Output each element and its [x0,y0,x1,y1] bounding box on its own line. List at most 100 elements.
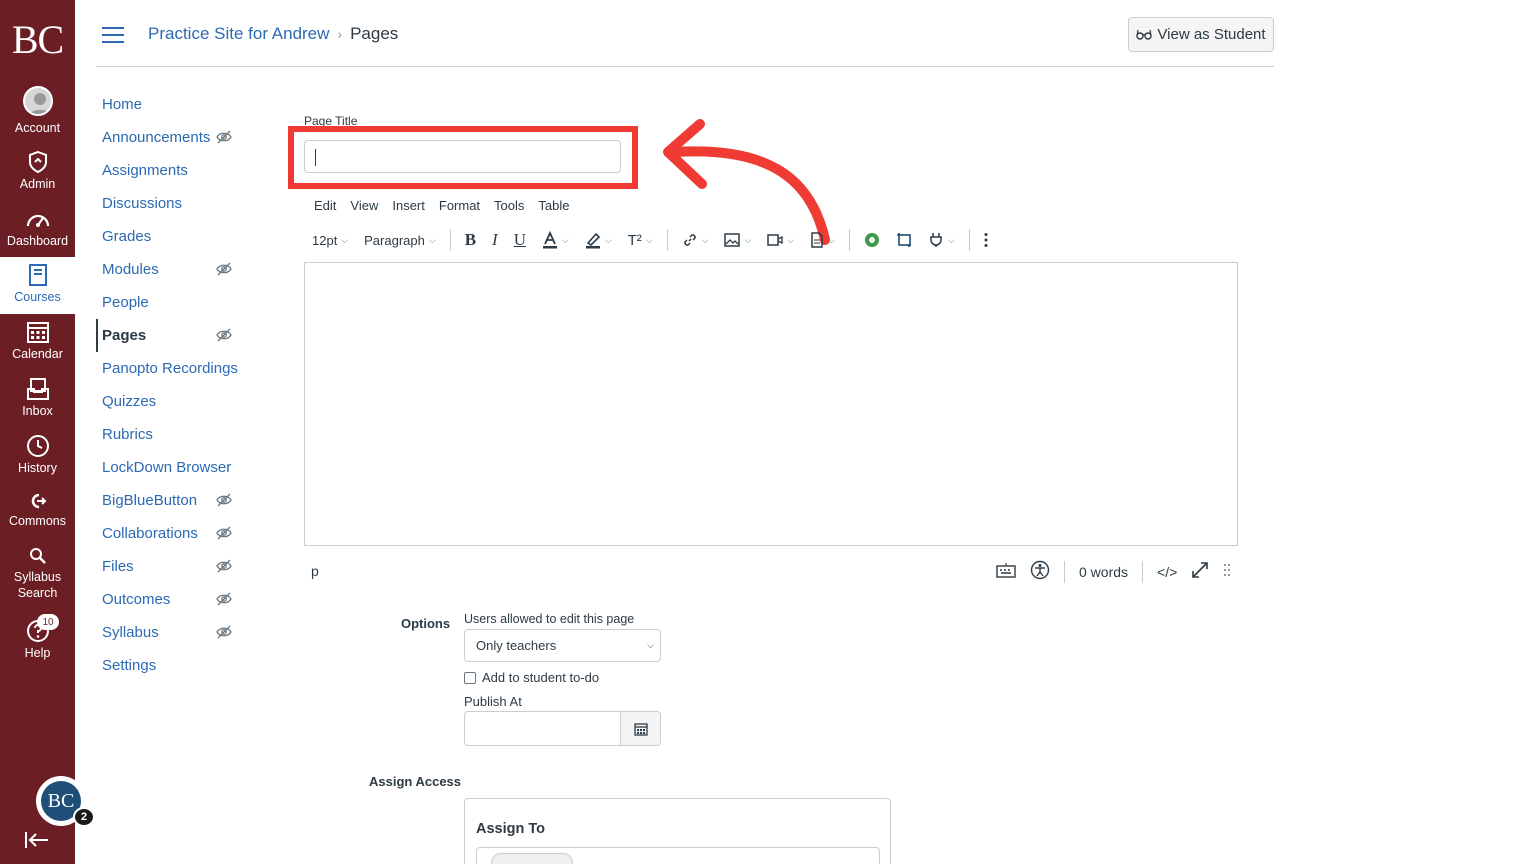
menu-view[interactable]: View [350,198,378,213]
course-nav-panopto-recordings[interactable]: Panopto Recordings [96,352,246,385]
element-path[interactable]: p [311,563,319,579]
accessibility-checker-icon[interactable] [1030,560,1050,583]
course-nav-bigbluebutton[interactable]: BigBlueButton [96,484,246,517]
course-nav-lockdown-browser[interactable]: LockDown Browser [96,451,246,484]
course-nav-pages[interactable]: Pages [96,319,246,352]
global-nav-label: Help [24,646,51,660]
course-nav-grades[interactable]: Grades [96,220,246,253]
menu-tools[interactable]: Tools [494,198,524,213]
resize-handle-icon[interactable] [1223,562,1231,581]
assign-to-card: Assign To [464,798,891,864]
course-nav-collaborations[interactable]: Collaborations [96,517,246,550]
calendar-picker-button[interactable] [620,712,660,745]
course-nav-label: Files [102,558,134,575]
course-nav-people[interactable]: People [96,286,246,319]
rich-content-editor-body[interactable] [304,262,1238,546]
html-editor-toggle[interactable]: </> [1157,564,1177,580]
menu-insert[interactable]: Insert [392,198,425,213]
global-nav-commons[interactable]: Commons [0,491,75,529]
edit-permission-label: Users allowed to edit this page [464,612,635,626]
block-format-value: Paragraph [364,232,425,248]
course-nav-outcomes[interactable]: Outcomes [96,583,246,616]
underline-button[interactable]: U [506,226,534,254]
collapse-nav-icon[interactable] [24,830,50,856]
fullscreen-icon[interactable] [1191,561,1209,582]
publish-at-label: Publish At [464,694,522,709]
superscript-button[interactable]: T² ⌵ [620,226,661,254]
assign-to-heading: Assign To [476,821,546,837]
more-vertical-icon [984,233,988,247]
highlighter-icon [585,232,600,249]
menu-edit[interactable]: Edit [314,198,336,213]
chevron-down-icon: ⌵ [787,234,795,245]
toolbar-divider [968,229,970,251]
course-nav-files[interactable]: Files [96,550,246,583]
course-nav-assignments[interactable]: Assignments [96,154,246,187]
hidden-from-students-icon [216,130,232,148]
global-nav-label: Dashboard [6,234,69,248]
menu-table[interactable]: Table [538,198,569,213]
assign-to-input[interactable] [476,847,880,864]
plug-icon [930,233,942,247]
global-nav-syllabus-search[interactable]: Syllabus Search [0,545,75,601]
global-nav-account[interactable]: Account [0,84,75,136]
global-nav-inbox[interactable]: Inbox [0,377,75,419]
edit-permission-select[interactable]: Only teachers ⌵ [464,629,661,662]
chevron-down-icon: ⌵ [604,234,612,245]
breadcrumb-course-link[interactable]: Practice Site for Andrew [148,24,329,44]
italic-icon: I [492,230,498,249]
crop-image-button[interactable] [888,226,920,254]
block-format-dropdown[interactable]: Paragraph ⌵ [356,226,444,254]
highlight-color-button[interactable]: ⌵ [577,226,620,254]
media-button[interactable]: ⌵ [759,226,802,254]
course-nav-home[interactable]: Home [96,88,246,121]
course-nav-modules[interactable]: Modules [96,253,246,286]
commons-embed-button[interactable] [856,226,888,254]
user-avatar-badge: 2 [73,807,95,827]
global-nav-admin[interactable]: Admin [0,150,75,192]
word-count[interactable]: 0 words [1079,564,1128,580]
options-label: Options [401,616,451,631]
chevron-down-icon: ⌵ [828,234,835,245]
text-color-button[interactable]: ⌵ [534,226,577,254]
global-nav-label: Syllabus Search [13,570,62,600]
menu-format[interactable]: Format [439,198,480,213]
course-nav-quizzes[interactable]: Quizzes [96,385,246,418]
assignee-pill[interactable] [491,853,573,864]
institution-logo[interactable]: BC [0,0,75,78]
font-size-dropdown[interactable]: 12pt ⌵ [304,226,356,254]
course-nav-label: Outcomes [102,591,171,608]
global-nav-dashboard[interactable]: Dashboard [0,207,75,249]
course-nav-label: Pages [102,327,147,344]
document-button[interactable]: ⌵ [802,226,843,254]
superscript-icon: T² [627,231,642,249]
course-menu-toggle-button[interactable] [102,27,124,43]
apps-button[interactable]: ⌵ [920,226,963,254]
course-nav-syllabus[interactable]: Syllabus [96,616,246,649]
italic-button[interactable]: I [484,226,506,254]
global-nav-label: Admin [19,177,56,191]
student-todo-checkbox[interactable] [464,671,476,684]
chevron-down-icon: ⌵ [701,234,709,245]
publish-at-input[interactable] [464,711,661,746]
global-nav-courses[interactable]: Courses [0,257,75,314]
keyboard-shortcuts-icon[interactable] [996,562,1016,581]
chevron-down-icon: ⌵ [341,234,349,245]
hidden-from-students-icon [216,592,232,610]
bold-button[interactable]: B [457,226,484,254]
student-todo-row: Add to student to-do [464,670,599,685]
image-button[interactable]: ⌵ [716,226,759,254]
student-todo-label[interactable]: Add to student to-do [482,670,599,685]
course-nav-announcements[interactable]: Announcements [96,121,246,154]
global-nav-calendar[interactable]: Calendar [0,320,75,362]
course-nav-settings[interactable]: Settings [96,649,246,682]
statusbar-divider [1142,560,1144,583]
highlight-box [288,126,638,189]
link-button[interactable]: ⌵ [674,226,717,254]
course-nav-discussions[interactable]: Discussions [96,187,246,220]
editor-statusbar: 0 words </> [996,560,1231,583]
global-nav-history[interactable]: History [0,434,75,476]
more-options-button[interactable] [976,226,996,254]
course-nav-rubrics[interactable]: Rubrics [96,418,246,451]
view-as-student-button[interactable]: View as Student [1128,17,1274,52]
